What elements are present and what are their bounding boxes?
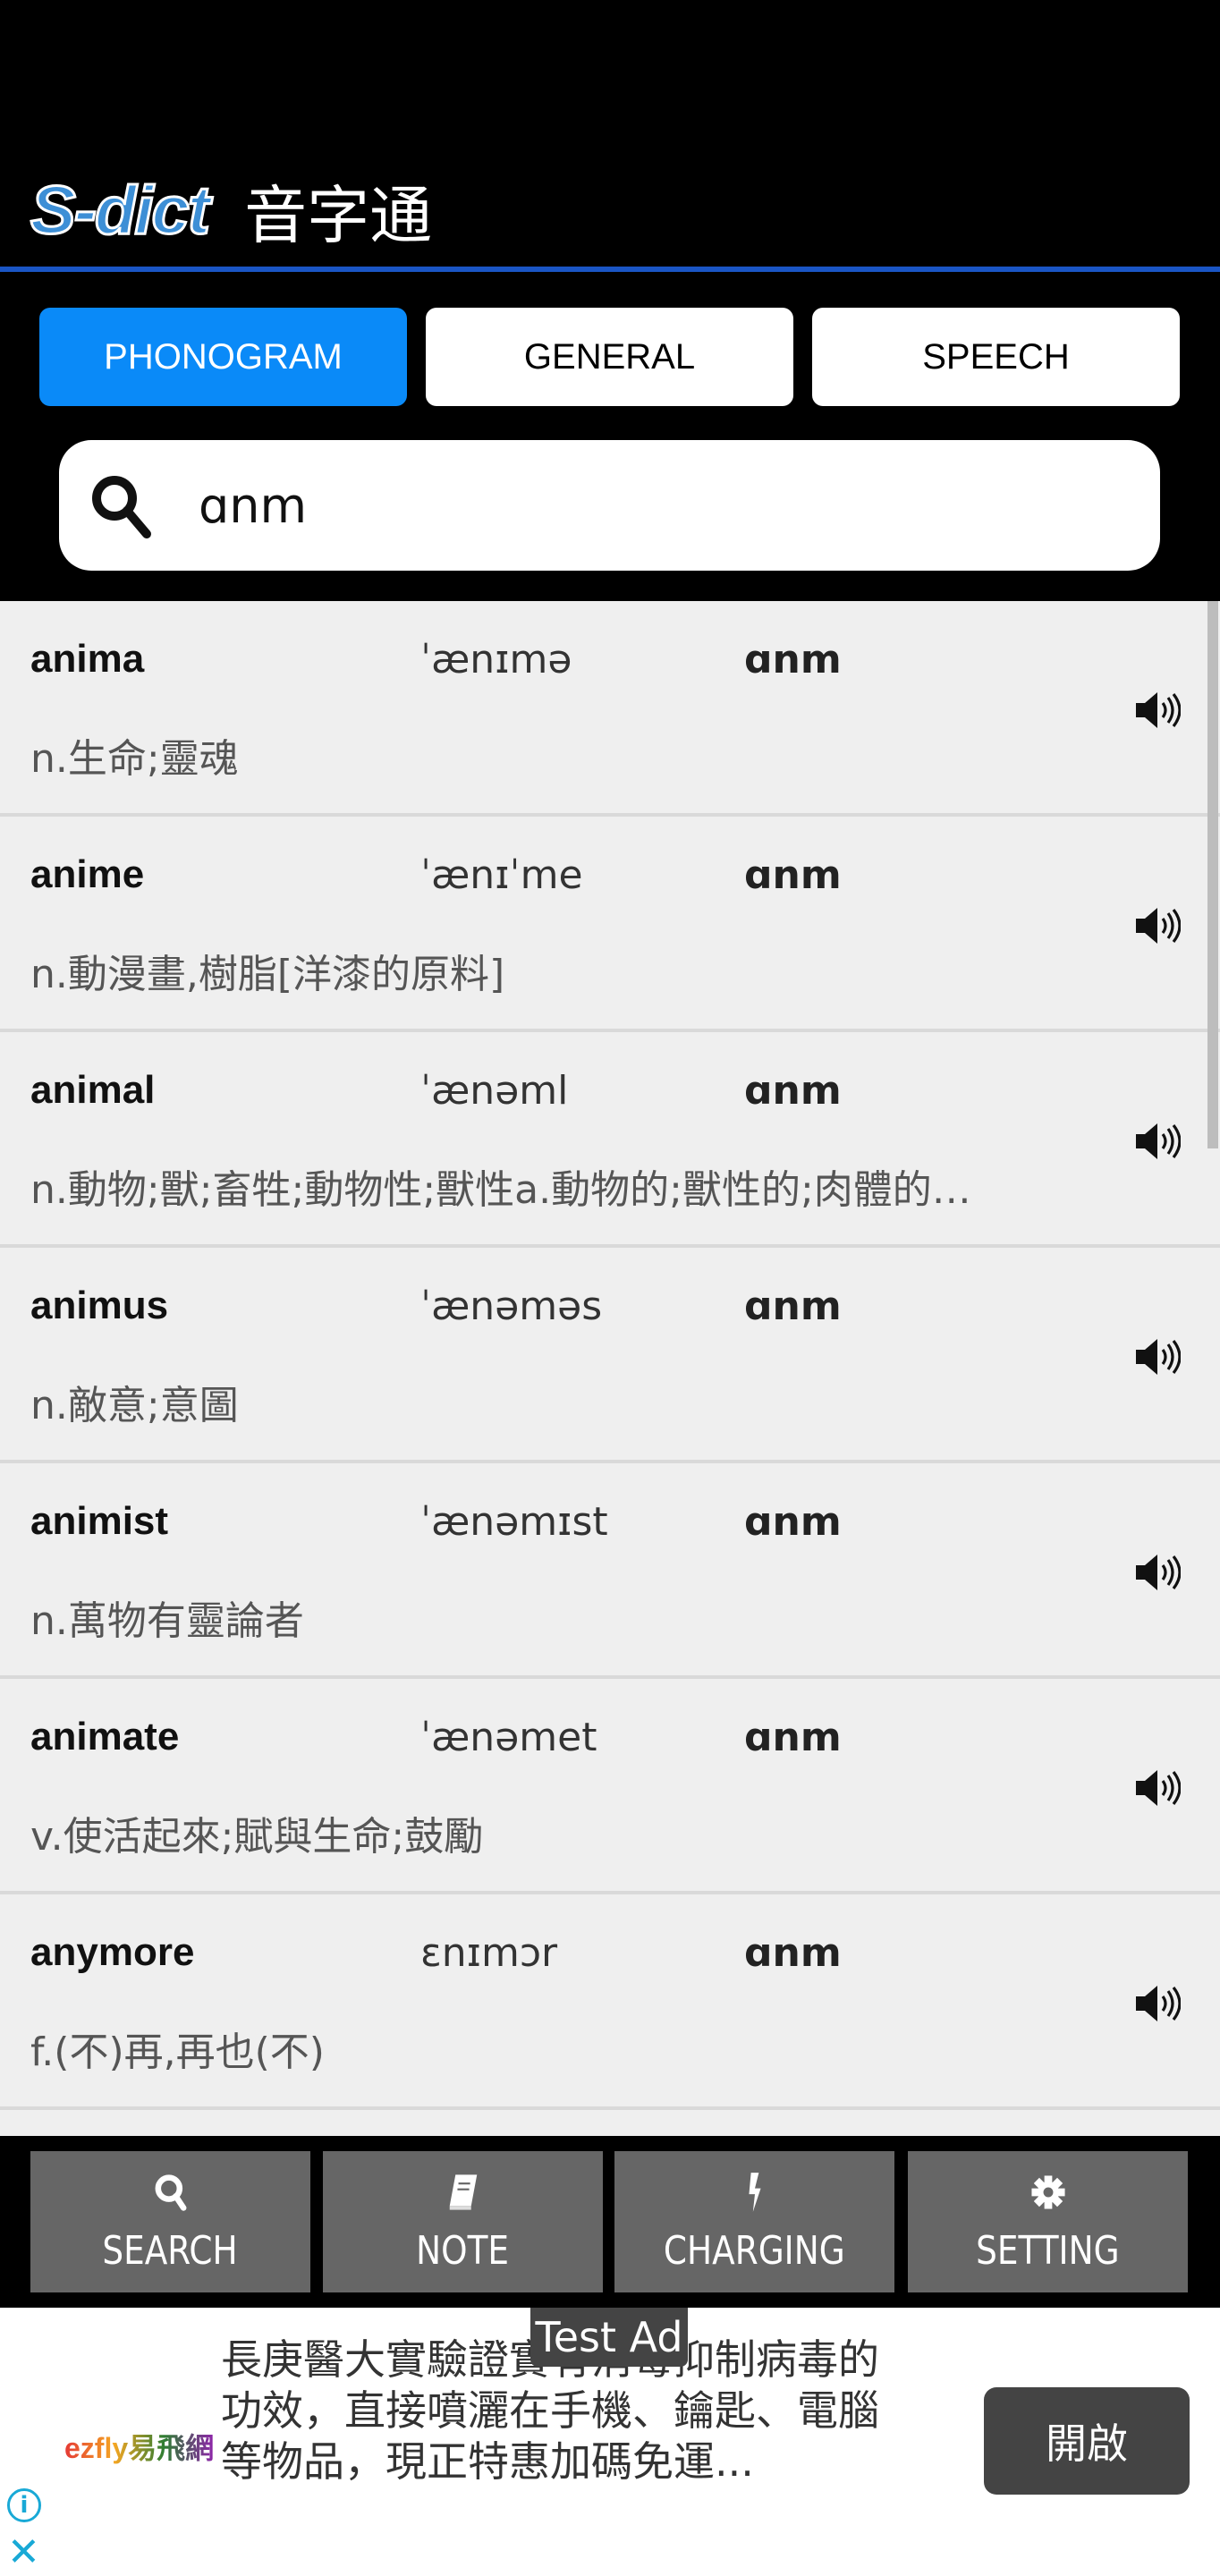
nav-label: NOTE bbox=[416, 2227, 510, 2274]
speaker-icon[interactable] bbox=[1134, 1553, 1181, 1592]
ad-logo[interactable]: ezfly易飛網 bbox=[64, 2426, 214, 2467]
result-phonetic: ˈænɪmə bbox=[420, 637, 572, 682]
bottom-nav: SEARCH NOTE CHARGING SETTING bbox=[0, 2136, 1220, 2308]
result-definition: n.動漫畫,樹脂[洋漆的原料] bbox=[30, 952, 505, 997]
tab-speech[interactable]: SPEECH bbox=[812, 308, 1180, 406]
result-definition: n.動物;獸;畜牲;動物性;獸性a.動物的;獸性的;肉體的… bbox=[30, 1167, 971, 1213]
app-logo: S-dict 音字通 bbox=[29, 170, 432, 252]
result-phonetic: ˈænəmet bbox=[420, 1715, 597, 1760]
scrollbar[interactable] bbox=[1207, 601, 1218, 1148]
result-word: anima bbox=[30, 637, 145, 681]
result-phonogram: ɑnm bbox=[744, 1930, 842, 1976]
result-phonetic: ɛnɪmɔr bbox=[420, 1930, 558, 1976]
result-definition: v.使活起來;賦與生命;鼓勵 bbox=[30, 1814, 484, 1860]
nav-label: CHARGING bbox=[664, 2227, 845, 2274]
speaker-icon[interactable] bbox=[1134, 1122, 1181, 1161]
header-divider bbox=[0, 267, 1220, 272]
result-row[interactable]: anima ˈænɪmə ɑnm n.生命;靈魂 bbox=[0, 601, 1220, 817]
gear-icon bbox=[1030, 2174, 1065, 2209]
search-input[interactable] bbox=[199, 477, 1004, 534]
result-phonogram: ɑnm bbox=[744, 1284, 842, 1329]
result-row[interactable]: animus ˈænəməs ɑnm n.敵意;意圖 bbox=[0, 1248, 1220, 1463]
result-definition: n.萬物有靈論者 bbox=[30, 1598, 304, 1644]
result-definition: n.敵意;意圖 bbox=[30, 1383, 239, 1428]
result-definition: f.(不)再,再也(不) bbox=[30, 2029, 325, 2075]
result-phonogram: ɑnm bbox=[744, 852, 842, 898]
ad-open-button[interactable]: 開啟 bbox=[984, 2387, 1190, 2495]
info-icon[interactable]: i bbox=[7, 2488, 41, 2522]
nav-label: SEARCH bbox=[102, 2227, 239, 2274]
results-list: anima ˈænɪmə ɑnm n.生命;靈魂 anime ˈænɪˈme ɑ… bbox=[0, 601, 1220, 2136]
result-phonetic: ˈænəml bbox=[420, 1068, 569, 1114]
result-phonetic: ˈænəmɪst bbox=[420, 1499, 608, 1545]
book-icon bbox=[449, 2174, 477, 2210]
bolt-icon bbox=[748, 2172, 761, 2212]
nav-note-button[interactable]: NOTE bbox=[323, 2151, 603, 2292]
result-word: animus bbox=[30, 1284, 169, 1327]
test-ad-label: Test Ad bbox=[530, 2308, 688, 2367]
result-word: animate bbox=[30, 1715, 180, 1758]
close-icon[interactable]: ✕ bbox=[7, 2533, 40, 2572]
result-row[interactable]: animate ˈænəmet ɑnm v.使活起來;賦與生命;鼓勵 bbox=[0, 1679, 1220, 1894]
result-word: anime bbox=[30, 852, 145, 896]
result-phonogram: ɑnm bbox=[744, 1068, 842, 1114]
result-phonogram: ɑnm bbox=[744, 1499, 842, 1545]
result-row[interactable]: animist ˈænəmɪst ɑnm n.萬物有靈論者 bbox=[0, 1463, 1220, 1679]
search-bar[interactable] bbox=[59, 440, 1160, 571]
speaker-icon[interactable] bbox=[1134, 1984, 1181, 2023]
search-icon[interactable] bbox=[86, 470, 157, 541]
result-word: anymore bbox=[30, 1930, 195, 1974]
result-row[interactable]: anymore ɛnɪmɔr ɑnm f.(不)再,再也(不) bbox=[0, 1894, 1220, 2110]
tab-phonogram[interactable]: PHONOGRAM bbox=[39, 308, 407, 406]
result-phonogram: ɑnm bbox=[744, 637, 842, 682]
speaker-icon[interactable] bbox=[1134, 1337, 1181, 1377]
result-phonetic: ˈænɪˈme bbox=[420, 852, 583, 898]
search-icon bbox=[155, 2174, 186, 2211]
result-phonetic: ˈænəməs bbox=[420, 1284, 603, 1329]
speaker-icon[interactable] bbox=[1134, 691, 1181, 730]
result-word: animist bbox=[30, 1499, 169, 1543]
result-phonogram: ɑnm bbox=[744, 1715, 842, 1760]
nav-setting-button[interactable]: SETTING bbox=[908, 2151, 1188, 2292]
result-definition: n.生命;靈魂 bbox=[30, 736, 239, 782]
logo-mark: S-dict bbox=[29, 171, 211, 250]
app-title: 音字通 bbox=[244, 178, 433, 252]
nav-label: SETTING bbox=[976, 2227, 1120, 2274]
ad-logo-text: ezfly易飛網 bbox=[64, 2432, 215, 2464]
speaker-icon[interactable] bbox=[1134, 1768, 1181, 1808]
result-row[interactable]: animal ˈænəml ɑnm n.動物;獸;畜牲;動物性;獸性a.動物的;… bbox=[0, 1032, 1220, 1248]
speaker-icon[interactable] bbox=[1134, 906, 1181, 945]
nav-search-button[interactable]: SEARCH bbox=[30, 2151, 310, 2292]
nav-charging-button[interactable]: CHARGING bbox=[614, 2151, 894, 2292]
tab-general[interactable]: GENERAL bbox=[426, 308, 793, 406]
result-row[interactable]: anime ˈænɪˈme ɑnm n.動漫畫,樹脂[洋漆的原料] bbox=[0, 817, 1220, 1032]
result-word: animal bbox=[30, 1068, 156, 1112]
